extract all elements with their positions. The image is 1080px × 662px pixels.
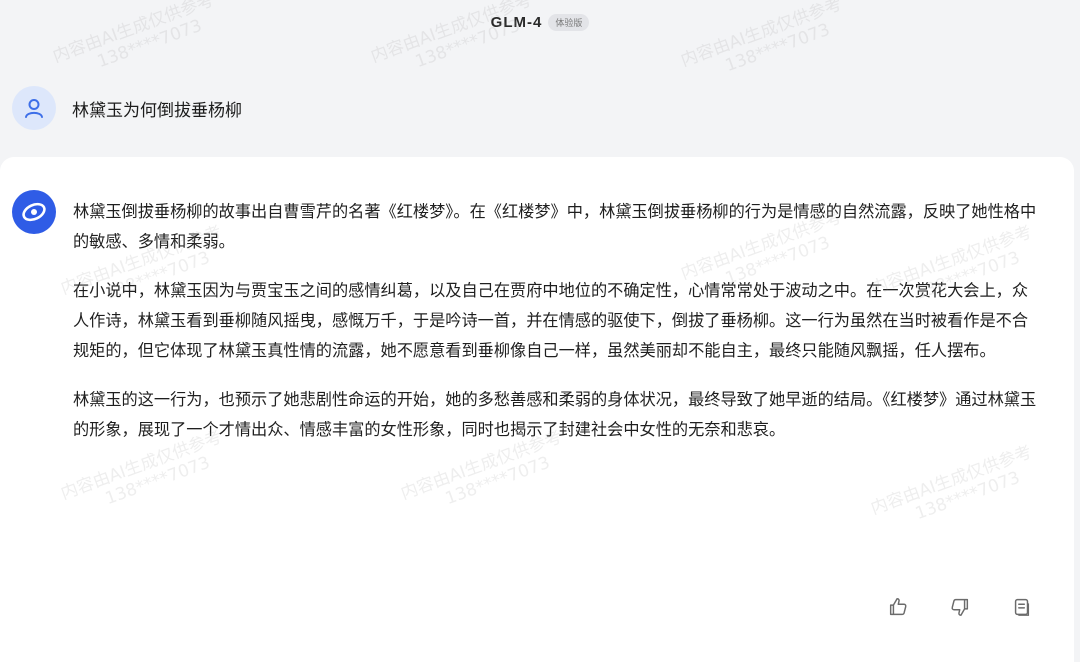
answer-actions [0, 593, 1080, 623]
user-question-text: 林黛玉为何倒拔垂杨柳 [72, 100, 242, 121]
model-title: GLM-4 [490, 13, 543, 31]
thumbs-down-icon [951, 598, 969, 616]
top-bar: GLM-4 体验版 [0, 0, 1080, 44]
dislike-button[interactable] [946, 593, 974, 621]
user-message: 林黛玉为何倒拔垂杨柳 [12, 86, 242, 130]
glm-logo-icon [22, 202, 46, 222]
answer-text: 林黛玉倒拔垂杨柳的故事出自曹雪芹的名著《红楼梦》。在《红楼梦》中，林黛玉倒拔垂杨… [73, 197, 1038, 464]
version-badge: 体验版 [548, 13, 590, 31]
answer-paragraph: 林黛玉倒拔垂杨柳的故事出自曹雪芹的名著《红楼梦》。在《红楼梦》中，林黛玉倒拔垂杨… [73, 202, 1037, 251]
user-icon [25, 99, 43, 118]
thumbs-up-icon [889, 598, 907, 616]
bot-avatar [12, 190, 56, 234]
user-avatar [12, 86, 56, 130]
answer-paragraph: 在小说中，林黛玉因为与贾宝玉之间的感情纠葛，以及自己在贾府中地位的不确定性，心情… [73, 281, 1029, 360]
copy-button[interactable] [1008, 593, 1036, 621]
copy-icon [1014, 598, 1030, 616]
like-button[interactable] [884, 593, 912, 621]
answer-paragraph: 林黛玉的这一行为，也预示了她悲剧性命运的开始，她的多愁善感和柔弱的身体状况，最终… [73, 390, 1037, 439]
